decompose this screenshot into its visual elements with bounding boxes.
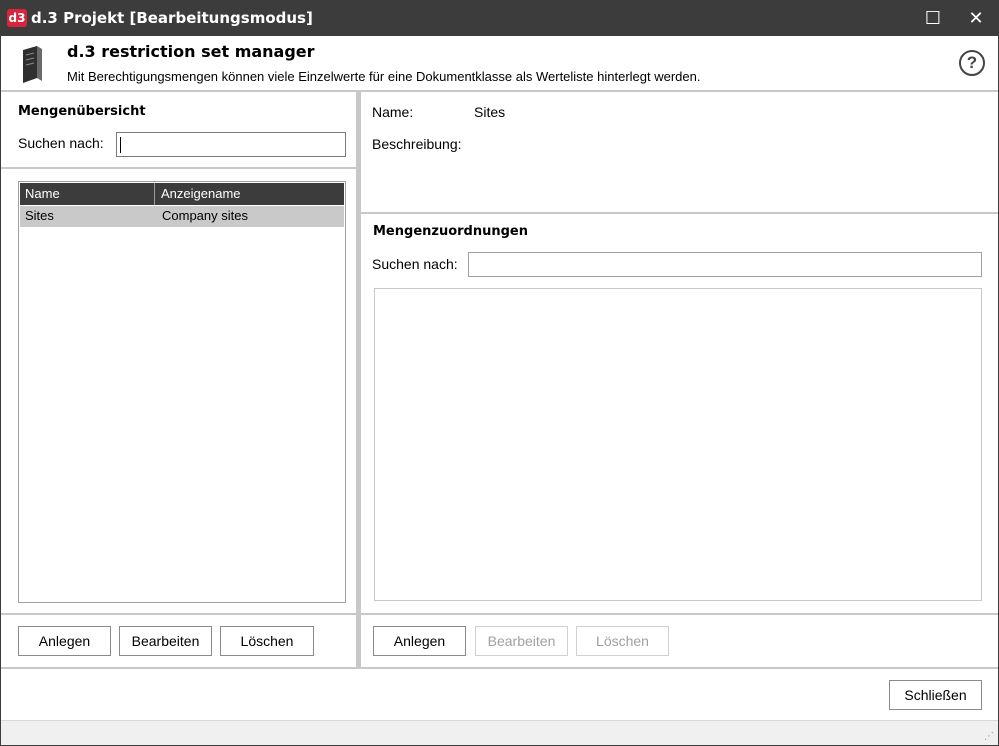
cell-name: Sites [25, 208, 54, 223]
right-search-label: Suchen nach: [372, 256, 458, 272]
resize-grip-icon[interactable]: ⋰ [984, 731, 994, 742]
header: d.3 restriction set manager Mit Berechti… [1, 36, 998, 92]
divider [361, 613, 998, 615]
window-title: d.3 Projekt [Bearbeitungsmodus] [31, 9, 313, 27]
left-search-input[interactable] [116, 132, 346, 157]
panel-splitter[interactable] [356, 92, 361, 667]
help-icon[interactable]: ? [959, 50, 985, 76]
description-label: Beschreibung: [372, 136, 462, 152]
status-bar: ⋰ [1, 720, 998, 745]
name-label: Name: [372, 104, 414, 120]
page-description: Mit Berechtigungsmengen können viele Ein… [67, 69, 701, 84]
cell-display-name: Company sites [162, 208, 248, 223]
app-logo-icon: d3 [7, 9, 27, 27]
delete-set-button[interactable]: Löschen [220, 626, 314, 656]
close-icon: ✕ [968, 8, 984, 28]
maximize-icon: ☐ [924, 8, 942, 28]
page-title: d.3 restriction set manager [67, 42, 315, 61]
section-title-overview: Mengenübersicht [18, 104, 146, 119]
maximize-button[interactable]: ☐ [911, 1, 955, 36]
text-caret [120, 137, 121, 153]
section-title-assignments: Mengenzuordnungen [373, 224, 528, 239]
edit-assignment-button[interactable]: Bearbeiten [475, 626, 568, 656]
name-value: Sites [474, 104, 506, 120]
book-icon [23, 46, 42, 83]
divider [361, 212, 998, 214]
divider [1, 613, 356, 615]
close-window-button[interactable]: ✕ [954, 1, 998, 36]
restriction-set-list[interactable]: Name Anzeigename Sites Company sites [18, 181, 346, 603]
restriction-set-manager-window: d3 d.3 Projekt [Bearbeitungsmodus] ☐ ✕ d… [0, 0, 999, 746]
divider [1, 167, 356, 169]
create-assignment-button[interactable]: Anlegen [373, 626, 466, 656]
edit-set-button[interactable]: Bearbeiten [119, 626, 212, 656]
close-button[interactable]: Schließen [889, 680, 982, 710]
list-header: Name Anzeigename [20, 183, 344, 205]
list-item[interactable]: Sites Company sites [20, 206, 344, 227]
left-search-label: Suchen nach: [18, 135, 104, 151]
create-set-button[interactable]: Anlegen [18, 626, 111, 656]
delete-assignment-button[interactable]: Löschen [576, 626, 669, 656]
column-separator[interactable] [154, 183, 155, 205]
right-search-input[interactable] [468, 252, 982, 277]
column-header-name[interactable]: Name [25, 186, 60, 201]
column-header-display-name[interactable]: Anzeigename [161, 186, 241, 201]
footer-divider [1, 667, 998, 669]
assignment-list[interactable] [374, 288, 982, 601]
title-bar[interactable]: d3 d.3 Projekt [Bearbeitungsmodus] ☐ ✕ [1, 1, 998, 36]
